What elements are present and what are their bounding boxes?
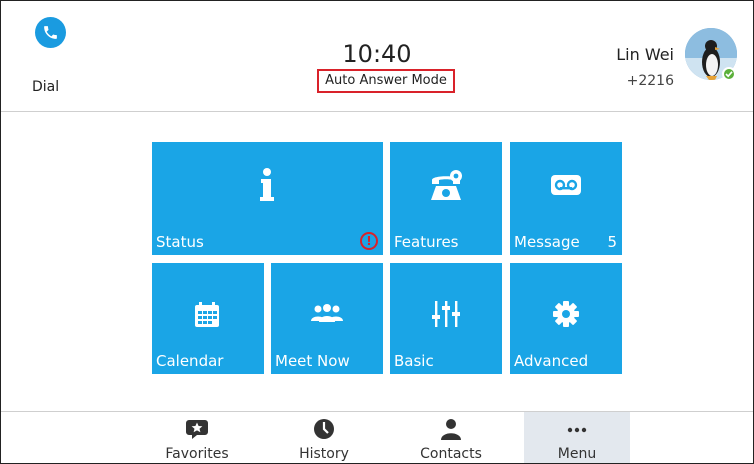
advanced-label: Advanced [514,352,589,370]
clock-icon [271,418,377,440]
user-name: Lin Wei [616,45,674,64]
message-count-badge: 5 [607,233,617,251]
phone-gear-icon [390,168,502,206]
auto-answer-mode-label: Auto Answer Mode [317,69,455,93]
dial-label: Dial [32,79,60,95]
phone-screen: Dial 10:40 Auto Answer Mode Lin Wei +221… [0,0,754,464]
status-tile[interactable]: Status ! [152,142,383,255]
nav-contacts[interactable]: Contacts [398,412,504,463]
nav-history-label: History [299,446,349,462]
voicemail-icon [510,172,622,202]
meet-now-label: Meet Now [275,352,350,370]
presence-available-icon [722,67,736,81]
status-header: Dial 10:40 Auto Answer Mode Lin Wei +221… [1,1,753,112]
favorites-star-icon [144,418,250,440]
sliders-icon [390,299,502,333]
features-tile[interactable]: Features [390,142,502,255]
meet-now-tile[interactable]: Meet Now [271,263,383,374]
alert-icon: ! [360,232,378,250]
nav-contacts-label: Contacts [420,446,482,462]
message-tile[interactable]: Message 5 [510,142,622,255]
features-label: Features [394,233,459,251]
more-icon [524,418,630,440]
nav-history[interactable]: History [271,412,377,463]
group-icon [271,303,383,331]
calendar-tile[interactable]: Calendar [152,263,264,374]
basic-tile[interactable]: Basic [390,263,502,374]
info-icon [152,166,383,206]
nav-favorites[interactable]: Favorites [144,412,250,463]
nav-menu-label: Menu [557,446,597,462]
basic-label: Basic [394,352,434,370]
advanced-tile[interactable]: Advanced [510,263,622,374]
nav-favorites-label: Favorites [165,446,229,462]
gear-icon [510,299,622,333]
nav-menu[interactable]: Menu [524,412,630,463]
user-extension: +2216 [626,73,674,89]
calendar-label: Calendar [156,352,224,370]
message-label: Message [514,233,580,251]
bottom-nav: Favorites History Contacts Menu [1,411,753,463]
person-icon [398,418,504,440]
calendar-icon [152,301,264,333]
status-label: Status [156,233,204,251]
